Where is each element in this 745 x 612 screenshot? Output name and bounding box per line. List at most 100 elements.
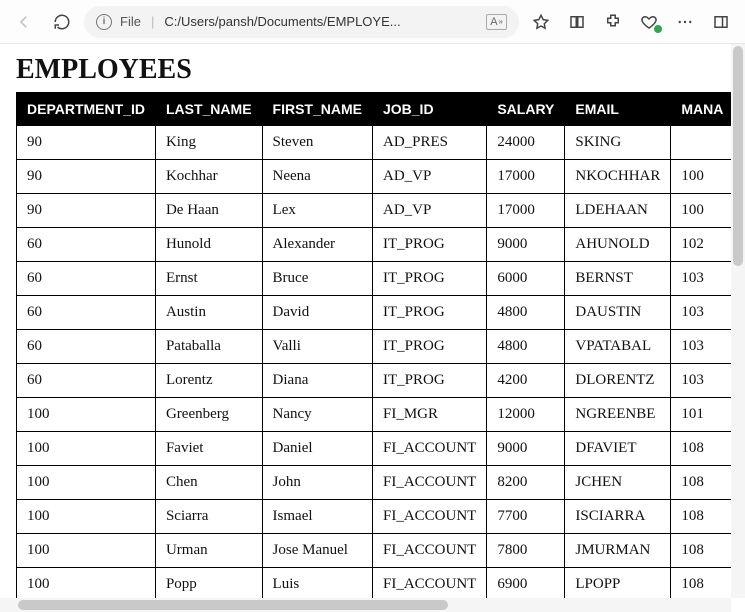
cell-job-id: AD_VP <box>372 160 486 194</box>
cell-last-name: Faviet <box>155 432 262 466</box>
more-button[interactable] <box>669 6 701 38</box>
cell-first-name: Valli <box>262 330 372 364</box>
cell-email: LDEHAAN <box>565 194 671 228</box>
cell-manager-id <box>671 126 731 160</box>
cell-first-name: Neena <box>262 160 372 194</box>
cell-job-id: IT_PROG <box>372 330 486 364</box>
table-row: 60AustinDavidIT_PROG4800DAUSTIN103 <box>17 296 732 330</box>
col-manager-id: MANA <box>671 93 731 126</box>
cell-department-id: 100 <box>17 500 156 534</box>
sidebar-toggle-button[interactable] <box>705 6 737 38</box>
cell-last-name: De Haan <box>155 194 262 228</box>
vertical-scrollbar-thumb[interactable] <box>733 46 743 266</box>
horizontal-scrollbar[interactable] <box>0 598 731 612</box>
cell-manager-id: 102 <box>671 228 731 262</box>
cell-manager-id: 108 <box>671 534 731 568</box>
cell-email: JCHEN <box>565 466 671 500</box>
cell-email: VPATABAL <box>565 330 671 364</box>
cell-salary: 4800 <box>487 296 565 330</box>
cell-job-id: FI_MGR <box>372 398 486 432</box>
cell-manager-id: 101 <box>671 398 731 432</box>
col-department-id: DEPARTMENT_ID <box>17 93 156 126</box>
cell-last-name: Kochhar <box>155 160 262 194</box>
cell-first-name: Diana <box>262 364 372 398</box>
cell-email: DAUSTIN <box>565 296 671 330</box>
address-bar[interactable]: i File | C:/Users/pansh/Documents/EMPLOY… <box>84 6 519 38</box>
col-job-id: JOB_ID <box>372 93 486 126</box>
table-row: 100PoppLuisFI_ACCOUNT6900LPOPP108 <box>17 568 732 599</box>
page-title: EMPLOYEES <box>16 54 731 86</box>
cell-job-id: FI_ACCOUNT <box>372 432 486 466</box>
cell-email: DFAVIET <box>565 432 671 466</box>
table-row: 60PataballaValliIT_PROG4800VPATABAL103 <box>17 330 732 364</box>
cell-department-id: 100 <box>17 534 156 568</box>
address-separator: | <box>151 14 154 29</box>
cell-job-id: FI_ACCOUNT <box>372 466 486 500</box>
wellbeing-button[interactable] <box>633 6 665 38</box>
cell-job-id: FI_ACCOUNT <box>372 500 486 534</box>
favorite-button[interactable] <box>525 6 557 38</box>
horizontal-scrollbar-thumb[interactable] <box>18 600 448 610</box>
cell-job-id: IT_PROG <box>372 296 486 330</box>
cell-department-id: 60 <box>17 262 156 296</box>
cell-salary: 6000 <box>487 262 565 296</box>
cell-manager-id: 108 <box>671 568 731 599</box>
cell-department-id: 60 <box>17 330 156 364</box>
address-scheme: File <box>120 14 141 29</box>
cell-first-name: David <box>262 296 372 330</box>
cell-last-name: Popp <box>155 568 262 599</box>
cell-salary: 4800 <box>487 330 565 364</box>
cell-first-name: Jose Manuel <box>262 534 372 568</box>
table-row: 60LorentzDianaIT_PROG4200DLORENTZ103 <box>17 364 732 398</box>
cell-first-name: Luis <box>262 568 372 599</box>
cell-job-id: AD_PRES <box>372 126 486 160</box>
cell-manager-id: 100 <box>671 160 731 194</box>
table-header: DEPARTMENT_ID LAST_NAME FIRST_NAME JOB_I… <box>17 93 732 126</box>
cell-salary: 17000 <box>487 160 565 194</box>
cell-salary: 9000 <box>487 228 565 262</box>
cell-salary: 17000 <box>487 194 565 228</box>
cell-manager-id: 108 <box>671 500 731 534</box>
cell-email: AHUNOLD <box>565 228 671 262</box>
cell-last-name: Austin <box>155 296 262 330</box>
cell-job-id: IT_PROG <box>372 364 486 398</box>
cell-department-id: 100 <box>17 466 156 500</box>
table-row: 90De HaanLexAD_VP17000LDEHAAN100 <box>17 194 732 228</box>
refresh-button[interactable] <box>46 6 78 38</box>
back-button[interactable] <box>8 6 40 38</box>
table-row: 90KochharNeenaAD_VP17000NKOCHHAR100 <box>17 160 732 194</box>
cell-first-name: Alexander <box>262 228 372 262</box>
cell-department-id: 60 <box>17 364 156 398</box>
table-row: 100GreenbergNancyFI_MGR12000NGREENBE101 <box>17 398 732 432</box>
cell-first-name: John <box>262 466 372 500</box>
cell-last-name: Lorentz <box>155 364 262 398</box>
table-row: 100SciarraIsmaelFI_ACCOUNT7700ISCIARRA10… <box>17 500 732 534</box>
col-salary: SALARY <box>487 93 565 126</box>
table-row: 100UrmanJose ManuelFI_ACCOUNT7800JMURMAN… <box>17 534 732 568</box>
cell-first-name: Lex <box>262 194 372 228</box>
cell-first-name: Ismael <box>262 500 372 534</box>
cell-department-id: 60 <box>17 296 156 330</box>
table-row: 100FavietDanielFI_ACCOUNT9000DFAVIET108 <box>17 432 732 466</box>
extensions-button[interactable] <box>597 6 629 38</box>
cell-last-name: Ernst <box>155 262 262 296</box>
cell-first-name: Steven <box>262 126 372 160</box>
cell-email: BERNST <box>565 262 671 296</box>
address-path: C:/Users/pansh/Documents/EMPLOYE... <box>164 14 400 29</box>
vertical-scrollbar[interactable] <box>731 44 745 598</box>
employees-table: DEPARTMENT_ID LAST_NAME FIRST_NAME JOB_I… <box>16 92 731 598</box>
cell-department-id: 100 <box>17 568 156 599</box>
reader-mode-icon[interactable]: A» <box>486 14 507 30</box>
cell-department-id: 100 <box>17 398 156 432</box>
cell-department-id: 90 <box>17 160 156 194</box>
cell-email: SKING <box>565 126 671 160</box>
cell-salary: 7700 <box>487 500 565 534</box>
col-last-name: LAST_NAME <box>155 93 262 126</box>
collections-button[interactable] <box>561 6 593 38</box>
cell-manager-id: 103 <box>671 262 731 296</box>
cell-last-name: Urman <box>155 534 262 568</box>
table-body: 90KingStevenAD_PRES24000SKING90KochharNe… <box>17 126 732 599</box>
info-icon: i <box>96 14 112 30</box>
cell-salary: 4200 <box>487 364 565 398</box>
cell-salary: 12000 <box>487 398 565 432</box>
